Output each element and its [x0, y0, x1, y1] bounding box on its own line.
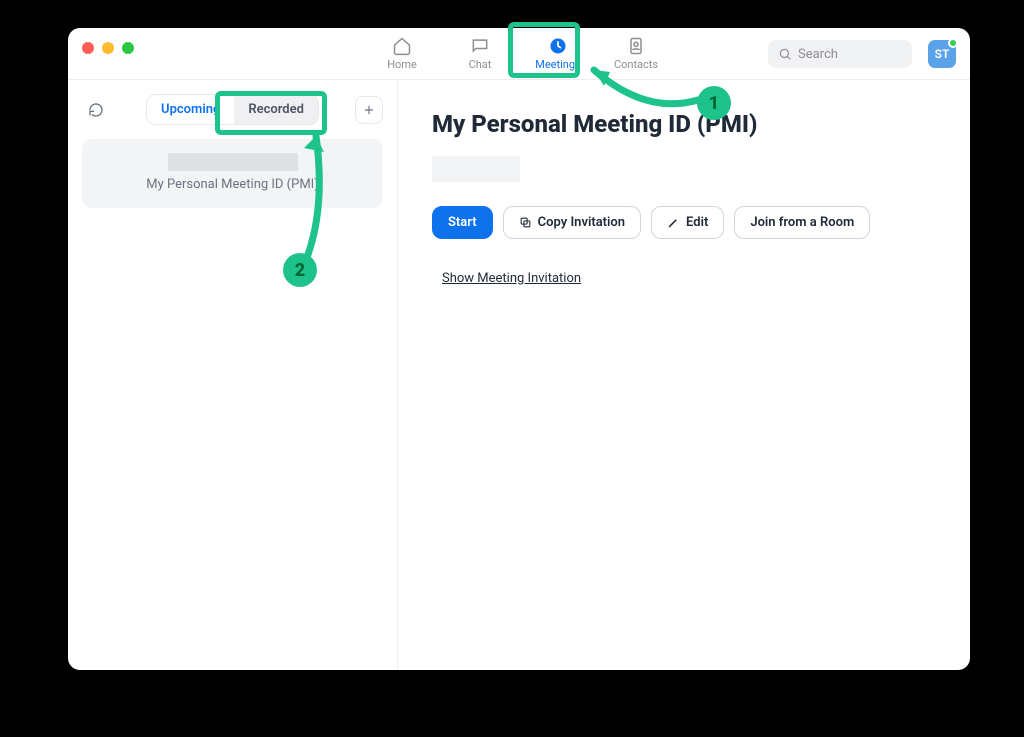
refresh-icon [88, 102, 104, 118]
nav-chat[interactable]: Chat [450, 28, 510, 79]
edit-button[interactable]: Edit [651, 206, 724, 239]
page-title: My Personal Meeting ID (PMI) [432, 110, 936, 138]
refresh-button[interactable] [82, 96, 110, 124]
maximize-window-icon[interactable] [122, 42, 134, 54]
main-nav: Home Chat Meetings Contacts [372, 28, 666, 79]
copy-invitation-button[interactable]: Copy Invitation [503, 206, 641, 239]
presence-icon [948, 38, 958, 48]
nav-contacts-label: Contacts [614, 58, 658, 71]
body: Upcoming Recorded My Personal Meeting ID… [68, 80, 970, 670]
minimize-window-icon[interactable] [102, 42, 114, 54]
add-meeting-button[interactable] [355, 96, 383, 124]
contacts-icon [626, 36, 646, 56]
chat-icon [470, 36, 490, 56]
avatar[interactable]: ST [928, 40, 956, 68]
window-controls [82, 42, 134, 54]
sidebar-controls: Upcoming Recorded [82, 94, 383, 125]
close-window-icon[interactable] [82, 42, 94, 54]
plus-icon [362, 103, 376, 117]
pencil-icon [667, 216, 680, 229]
home-icon [392, 36, 412, 56]
titlebar: Home Chat Meetings Contacts Search ST [68, 28, 970, 80]
show-invitation-link[interactable]: Show Meeting Invitation [442, 271, 581, 286]
tab-upcoming[interactable]: Upcoming [147, 95, 234, 124]
clock-icon [548, 36, 568, 56]
redacted-meeting-id [432, 156, 520, 182]
search-icon [778, 47, 792, 61]
copy-icon [519, 216, 532, 229]
nav-contacts[interactable]: Contacts [606, 28, 666, 79]
tab-recorded[interactable]: Recorded [234, 95, 318, 124]
edit-label: Edit [686, 215, 708, 230]
nav-home[interactable]: Home [372, 28, 432, 79]
meeting-list-item[interactable]: My Personal Meeting ID (PMI) [82, 139, 383, 208]
join-room-button[interactable]: Join from a Room [734, 206, 870, 239]
redacted-id [168, 153, 298, 171]
app-window: Home Chat Meetings Contacts Search ST [68, 28, 970, 670]
nav-meetings[interactable]: Meetings [528, 28, 588, 79]
start-button[interactable]: Start [432, 206, 493, 239]
nav-home-label: Home [387, 58, 417, 71]
nav-meetings-label: Meetings [535, 58, 580, 71]
search-placeholder: Search [798, 47, 838, 62]
segment-control: Upcoming Recorded [120, 94, 345, 125]
avatar-initials: ST [935, 47, 950, 61]
search-input[interactable]: Search [768, 40, 912, 68]
nav-chat-label: Chat [469, 58, 492, 71]
meeting-item-label: My Personal Meeting ID (PMI) [146, 177, 319, 192]
sidebar: Upcoming Recorded My Personal Meeting ID… [68, 80, 398, 670]
copy-invitation-label: Copy Invitation [538, 215, 625, 230]
detail-pane: My Personal Meeting ID (PMI) Start Copy … [398, 80, 970, 670]
action-bar: Start Copy Invitation Edit Join from a R… [432, 206, 936, 239]
